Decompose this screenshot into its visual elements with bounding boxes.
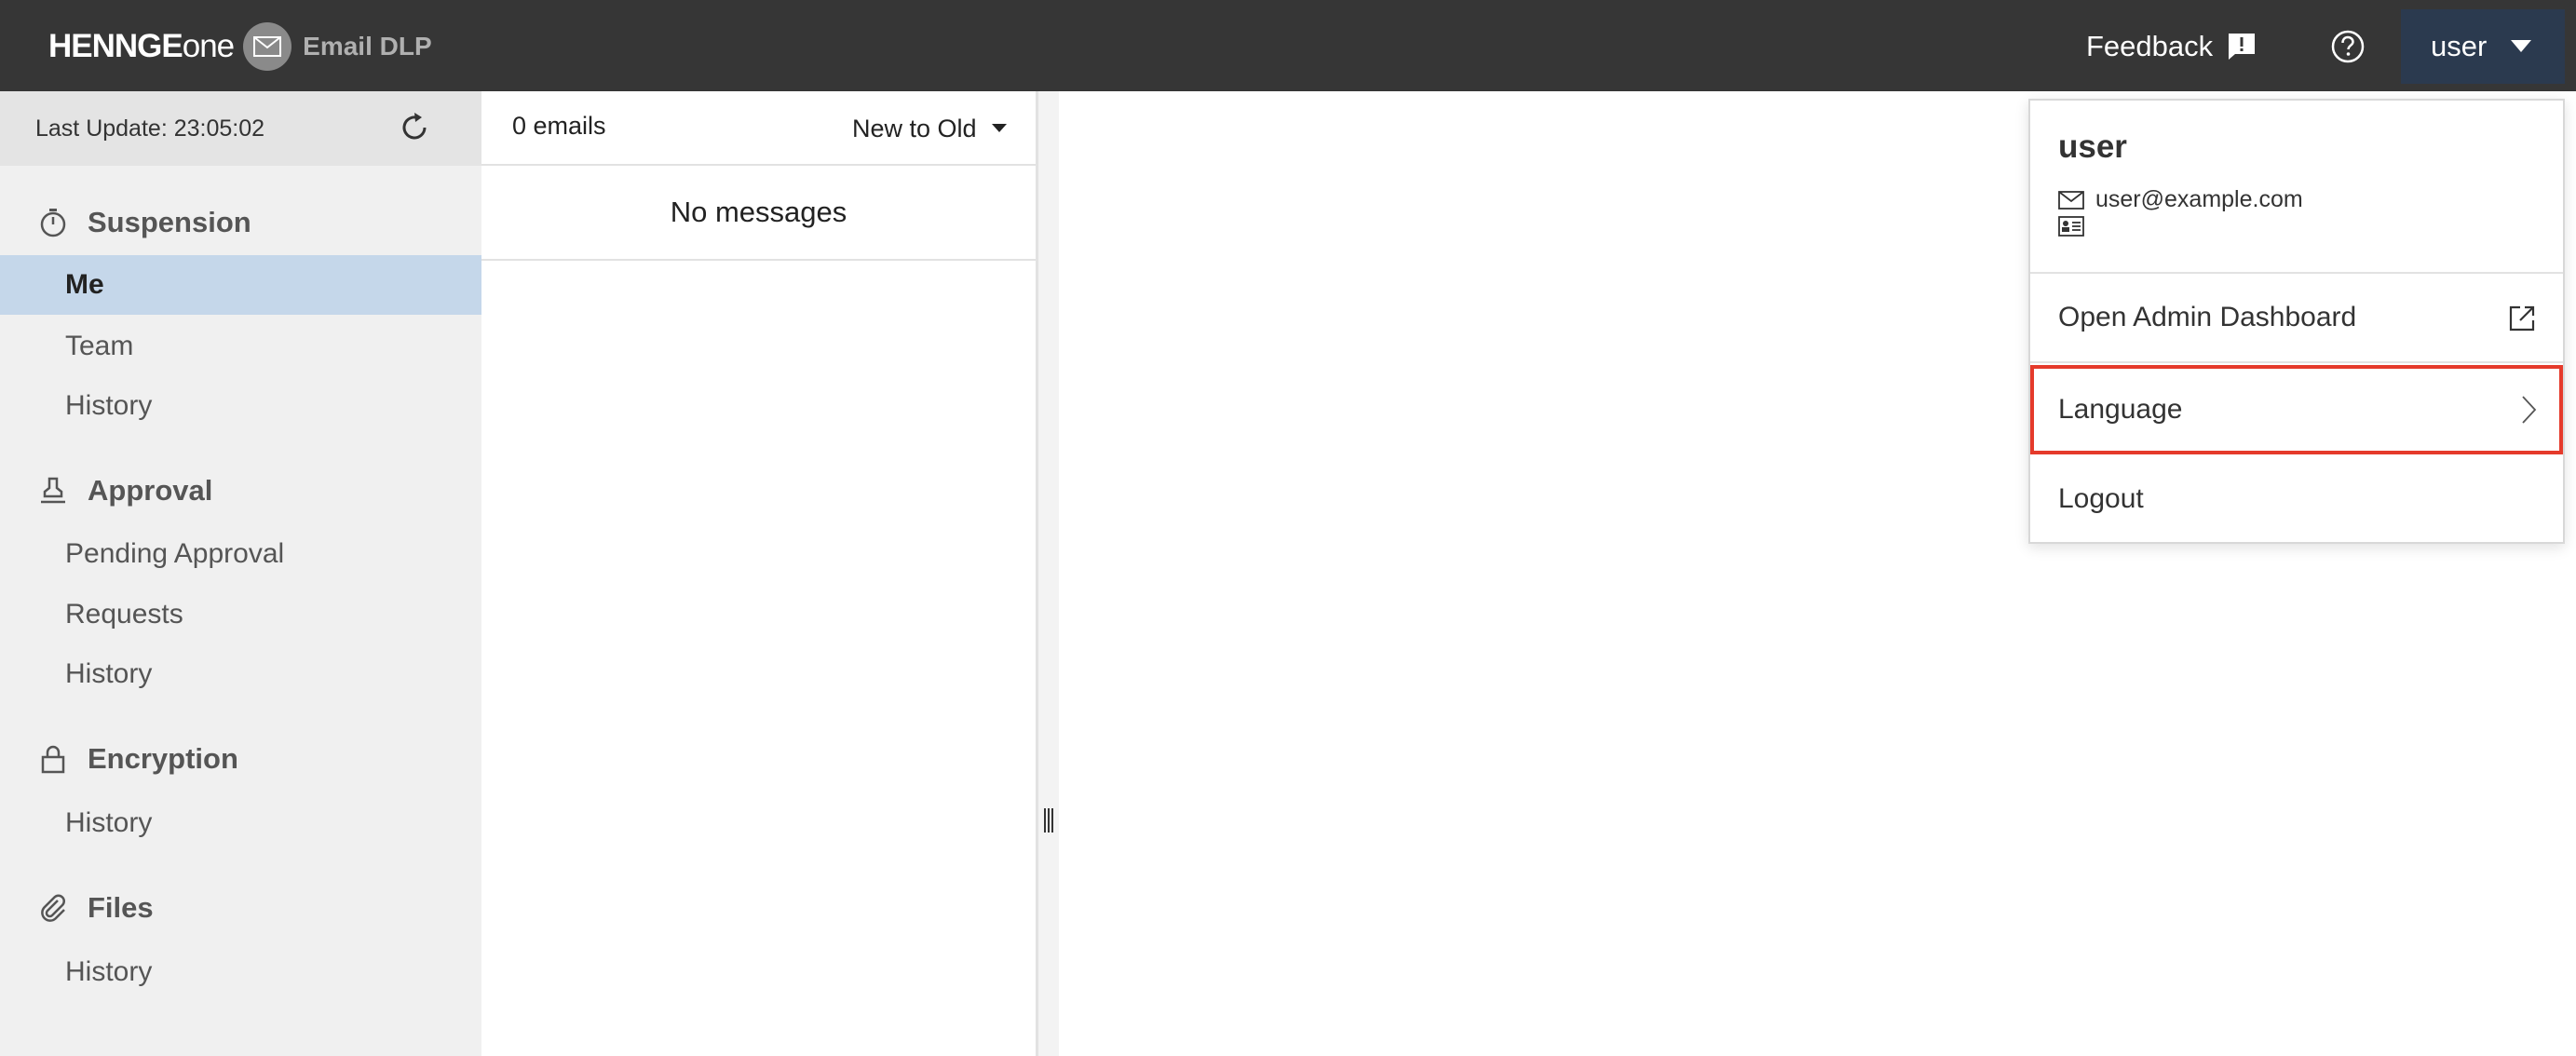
sidebar-item-encryption-history[interactable]: History (0, 793, 481, 853)
feedback-label: Feedback (2086, 30, 2214, 62)
sort-dropdown[interactable]: New to Old (852, 110, 1007, 147)
last-update-text: Last Update: 23:05:02 (35, 115, 265, 142)
sidebar-item-label: Team (65, 331, 134, 361)
sidebar-item-label: Requests (65, 599, 183, 630)
user-menu-button[interactable]: user (2401, 9, 2565, 84)
feedback-button[interactable]: Feedback (2086, 24, 2257, 69)
empty-list-row: No messages (481, 166, 1036, 261)
sidebar-item-suspension-history[interactable]: History (0, 376, 481, 436)
sidebar-item-approval-pending[interactable]: Pending Approval (0, 524, 481, 584)
email-count: 0 emails (512, 112, 606, 140)
section-encryption-title: Encryption (88, 742, 238, 775)
caret-down-icon (2511, 40, 2532, 53)
language-item[interactable]: Language (2030, 365, 2563, 454)
product-name: Email DLP (303, 32, 432, 61)
stamp-icon (37, 475, 69, 507)
message-list-pane: 0 emails New to Old No messages (481, 91, 1038, 1056)
sidebar-item-label: Me (65, 269, 104, 300)
menu-item-label: Logout (2058, 483, 2144, 514)
user-email: user@example.com (2095, 186, 2303, 212)
section-approval-title: Approval (88, 474, 213, 507)
sidebar-item-label: History (65, 390, 153, 421)
sort-dropdown-label: New to Old (852, 114, 977, 142)
section-encryption: Encryption (37, 736, 238, 782)
message-list-header: 0 emails New to Old (481, 91, 1036, 166)
splitter-grip-icon (1044, 808, 1053, 833)
sidebar-item-label: History (65, 658, 153, 689)
sidebar-item-suspension-team[interactable]: Team (0, 317, 481, 376)
user-menu-label: user (2431, 30, 2488, 62)
logout-item[interactable]: Logout (2030, 454, 2563, 544)
section-files-title: Files (88, 891, 154, 924)
section-files: Files (37, 885, 154, 931)
brand[interactable]: HENNGEone Email DLP (48, 22, 432, 71)
sidebar-item-files-history[interactable]: History (0, 942, 481, 1002)
menu-item-label: Language (2058, 394, 2183, 425)
section-suspension: Suspension (37, 199, 251, 246)
brand-logo: HENNGEone (48, 28, 235, 65)
refresh-icon[interactable] (397, 110, 432, 145)
sidebar-item-label: Pending Approval (65, 538, 285, 569)
envelope-icon (2058, 190, 2084, 210)
paperclip-icon (37, 892, 69, 924)
lock-icon (37, 743, 69, 775)
brand-one: one (182, 28, 235, 64)
open-admin-dashboard-item[interactable]: Open Admin Dashboard (2030, 274, 2563, 363)
top-bar: HENNGEone Email DLP Feedback user (0, 0, 2576, 91)
id-card-icon (2058, 216, 2084, 237)
sidebar-item-label: History (65, 807, 153, 838)
feedback-icon (2226, 31, 2257, 62)
sidebar-item-label: History (65, 956, 153, 987)
menu-item-label: Open Admin Dashboard (2058, 302, 2357, 332)
user-email-row: user@example.com (2058, 186, 2303, 213)
user-profile: user user@example.com (2030, 101, 2563, 274)
brand-name: HENNGE (48, 28, 183, 64)
sidebar: Last Update: 23:05:02 Suspension Me Team… (0, 91, 481, 1056)
user-name: user (2058, 129, 2127, 165)
section-approval: Approval (37, 467, 212, 514)
pane-splitter[interactable] (1038, 91, 1059, 1056)
section-suspension-title: Suspension (88, 206, 251, 238)
help-icon[interactable] (2329, 28, 2366, 65)
external-link-icon (2507, 304, 2537, 333)
sidebar-item-approval-requests[interactable]: Requests (0, 585, 481, 644)
sidebar-item-suspension-me[interactable]: Me (0, 255, 481, 315)
empty-list-text: No messages (670, 196, 847, 228)
user-dropdown-menu: user user@example.com Open Admin Dashboa… (2028, 99, 2565, 544)
caret-down-icon (991, 124, 1007, 133)
sidebar-item-approval-history[interactable]: History (0, 644, 481, 704)
stopwatch-icon (37, 207, 69, 238)
chevron-right-icon (2520, 395, 2537, 425)
mail-icon (243, 22, 292, 71)
